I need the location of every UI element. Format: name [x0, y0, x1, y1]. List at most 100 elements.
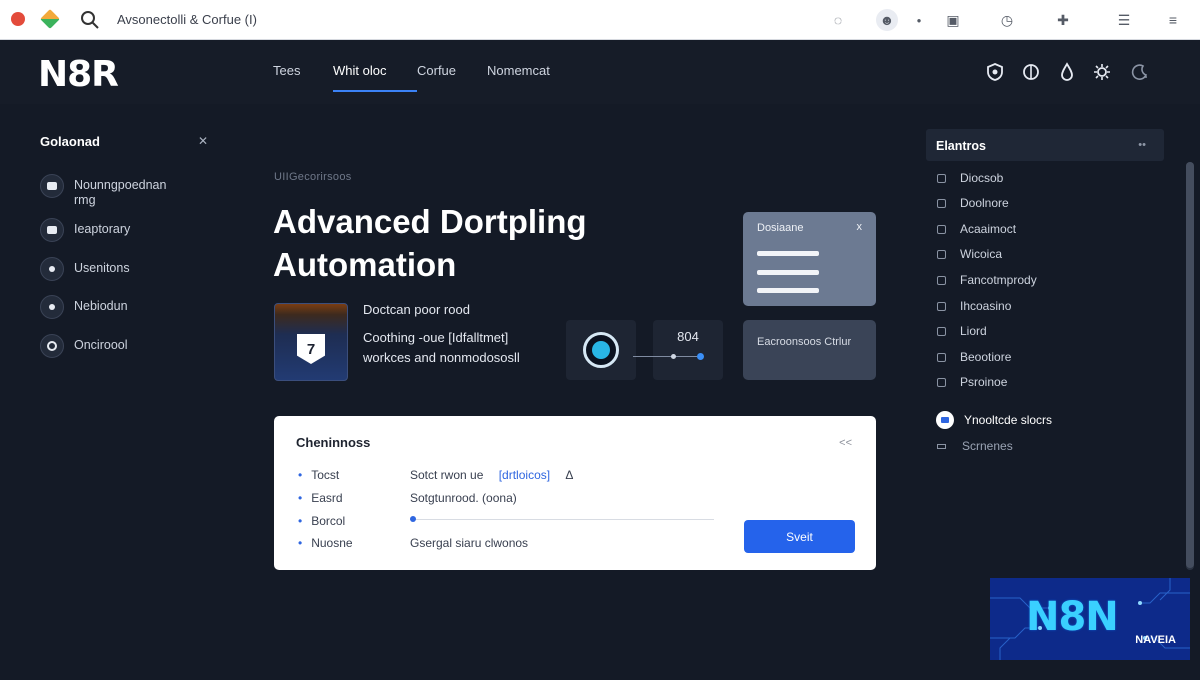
sidebar-item-4[interactable]: Nebiodun: [40, 295, 184, 319]
globe-icon[interactable]: [1020, 61, 1042, 83]
panel-row-text: Sotct rwon ue: [410, 468, 484, 482]
sidebar-close-icon[interactable]: ✕: [198, 134, 208, 148]
right-panel-selected-item[interactable]: Ynooltcde slocrs: [936, 411, 1052, 429]
window-icon[interactable]: ▣: [942, 9, 964, 31]
save-button[interactable]: Sveit: [744, 520, 855, 553]
feature-title: Doctcan poor rood: [363, 302, 470, 317]
right-panel-item-label: Liord: [960, 324, 987, 338]
pin-icon[interactable]: ✚: [1052, 9, 1074, 31]
drop-icon[interactable]: [1056, 61, 1078, 83]
right-panel-item[interactable]: Doolnore: [937, 196, 1009, 210]
workflow-node-counter[interactable]: 804: [633, 320, 723, 380]
shield-icon[interactable]: [984, 61, 1006, 83]
selected-radio-icon[interactable]: [936, 411, 954, 429]
sidebar-item-label: Nounngpoednan rmg: [74, 178, 167, 207]
details-link[interactable]: [drtloicos]: [499, 468, 550, 482]
sidebar-item-label: Nebiodun: [74, 299, 128, 313]
right-panel-item[interactable]: Liord: [937, 324, 987, 338]
delta-icon: Δ: [565, 468, 574, 482]
panel-collapse-icon[interactable]: <<: [839, 437, 852, 449]
panel-row-value: Sotgtunrood. (oona): [410, 491, 517, 505]
connector-handle[interactable]: [697, 353, 704, 360]
config-line: [757, 288, 819, 293]
profile-icon[interactable]: ☻: [876, 9, 898, 31]
right-panel-item-label: Fancotmprody: [960, 273, 1037, 287]
app-logo[interactable]: N8R: [38, 54, 119, 95]
refresh-icon[interactable]: ◌: [827, 9, 849, 31]
slider-track[interactable]: [410, 519, 714, 520]
right-panel-item[interactable]: Fancotmprody: [937, 273, 1037, 287]
right-panel-item[interactable]: Ihcoasino: [937, 299, 1011, 313]
checkbox-icon[interactable]: [937, 326, 946, 336]
watermark-logo: N8N NAVEIA: [990, 578, 1190, 660]
output-card-text: Eacroonsoos Ctrlur: [757, 336, 852, 348]
nav-tab-tees[interactable]: Tees: [273, 40, 333, 104]
extension-icon[interactable]: [40, 9, 60, 29]
panel-row-label: Borcol: [298, 514, 345, 528]
right-panel-item[interactable]: Diocsob: [937, 171, 1003, 185]
config-card-title: Dosiaane: [757, 222, 804, 234]
browser-toolbar: Avsonectolli & Corfue (I) ◌ ☻ ● ▣ ◷ ✚ ☰ …: [0, 0, 1200, 40]
panel-row-label: Tocst: [298, 468, 339, 482]
gear-icon[interactable]: [1091, 61, 1113, 83]
right-panel-item[interactable]: Beootiore: [937, 350, 1011, 364]
right-panel-item-label: Psroinoe: [960, 375, 1008, 389]
sidebar-item-5[interactable]: Onciroool: [40, 334, 184, 358]
sidebar-item-2[interactable]: Ieaptorary: [40, 218, 184, 242]
slider-knob[interactable]: [410, 516, 416, 522]
nav-tab-nomemcat[interactable]: Nomemcat: [487, 40, 567, 104]
selected-item-label: Ynooltcde slocrs: [964, 413, 1053, 427]
checkbox-icon[interactable]: [937, 377, 946, 387]
output-card[interactable]: Eacroonsoos Ctrlur: [743, 320, 876, 380]
folder-icon: [40, 174, 64, 198]
hero-kicker: UIIGecorirsoos: [274, 171, 352, 183]
user-icon: [40, 257, 64, 281]
nav-tab-workflow[interactable]: Whit oloc: [333, 40, 417, 104]
right-panel-sub-item[interactable]: Scrnenes: [937, 439, 1013, 453]
checkbox-icon[interactable]: [937, 301, 946, 311]
config-card-close-icon[interactable]: x: [857, 221, 863, 233]
menu-icon[interactable]: ☰: [1113, 9, 1135, 31]
hamburger-icon[interactable]: ≡: [1162, 9, 1184, 31]
right-panel-item[interactable]: Wicoica: [937, 247, 1002, 261]
control-icon: [40, 334, 64, 358]
sidebar-item-3[interactable]: Usenitons: [40, 257, 184, 281]
search-icon[interactable]: [80, 10, 100, 30]
sub-item-icon: [937, 443, 946, 449]
right-panel-header: Elantros ••: [926, 129, 1164, 161]
checkbox-icon[interactable]: [937, 275, 946, 285]
moon-icon[interactable]: [1128, 61, 1150, 83]
app-header: N8R Tees Whit oloc Corfue Nomemcat: [0, 40, 1200, 104]
watermark-subtext: NAVEIA: [1135, 634, 1176, 646]
scrollbar-thumb[interactable]: [1186, 162, 1194, 568]
right-panel-item[interactable]: Psroinoe: [937, 375, 1007, 389]
library-icon: [40, 218, 64, 242]
close-window-icon[interactable]: [11, 12, 25, 26]
nav-tab-corfue[interactable]: Corfue: [417, 40, 487, 104]
workflow-node-trigger[interactable]: [566, 320, 636, 380]
right-panel-item-label: Doolnore: [960, 196, 1009, 210]
sidebar-item-label: Ieaptorary: [74, 222, 131, 236]
main-nav: Tees Whit oloc Corfue Nomemcat: [273, 40, 567, 104]
clock-icon[interactable]: ◷: [996, 9, 1018, 31]
connector-line: [633, 356, 697, 357]
panel-row-value: Sotct rwon ue [drtloicos] Δ: [410, 468, 573, 482]
settings-panel: Cheninnoss << Tocst Sotct rwon ue [drtlo…: [274, 416, 876, 570]
sidebar-item-label: Usenitons: [74, 261, 130, 275]
right-panel-item-label: Beootiore: [960, 350, 1012, 364]
right-panel-item[interactable]: Acaaimoct: [937, 222, 1016, 236]
sidebar-item-1[interactable]: Nounngpoednan rmg: [40, 174, 184, 208]
checkbox-icon[interactable]: [937, 352, 946, 362]
checkbox-icon[interactable]: [937, 173, 946, 183]
checkbox-icon[interactable]: [937, 224, 946, 234]
panel-title: Cheninnoss: [296, 435, 371, 450]
right-panel-item-label: Acaaimoct: [960, 222, 1017, 236]
browser-title[interactable]: Avsonectolli & Corfue (I): [117, 12, 257, 27]
right-panel-title: Elantros: [936, 139, 987, 153]
dot-icon[interactable]: ●: [908, 9, 930, 31]
config-card[interactable]: Dosiaane x: [743, 212, 876, 306]
checkbox-icon[interactable]: [937, 249, 946, 259]
right-panel-menu-icon[interactable]: ••: [1138, 139, 1146, 151]
feature-thumbnail[interactable]: 7: [274, 303, 348, 381]
checkbox-icon[interactable]: [937, 198, 946, 208]
